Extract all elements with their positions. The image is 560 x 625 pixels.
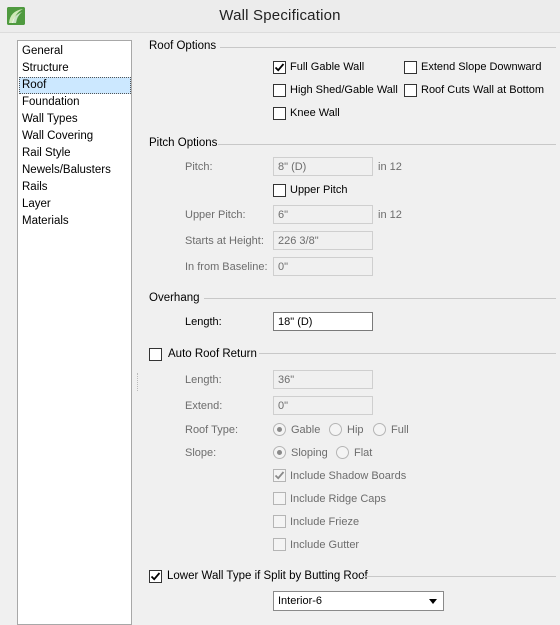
- roof-type-hip-label[interactable]: Hip: [347, 424, 364, 436]
- sidebar-item-materials[interactable]: Materials: [19, 213, 131, 230]
- extend-slope-downward-label[interactable]: Extend Slope Downward: [421, 61, 541, 73]
- include-ridge-caps-checkbox[interactable]: [273, 492, 286, 505]
- full-gable-wall-checkbox[interactable]: [273, 61, 286, 74]
- sidebar-item-newels-balusters[interactable]: Newels/Balusters: [19, 162, 131, 179]
- lower-wall-type-checkbox[interactable]: [149, 570, 162, 583]
- lower-wall-type-label[interactable]: Lower Wall Type if Split by Butting Roof: [167, 570, 368, 582]
- slope-sloping-radio[interactable]: [273, 446, 286, 459]
- pitch-label: Pitch:: [185, 161, 213, 173]
- in-from-baseline-label: In from Baseline:: [185, 261, 268, 273]
- roof-type-full-radio[interactable]: [373, 423, 386, 436]
- full-gable-wall-label[interactable]: Full Gable Wall: [290, 61, 364, 73]
- roof-cuts-wall-at-bottom-checkbox[interactable]: [404, 84, 417, 97]
- high-shed-gable-wall-label[interactable]: High Shed/Gable Wall: [290, 84, 398, 96]
- roof-type-hip-radio[interactable]: [329, 423, 342, 436]
- overhang-heading: Overhang: [149, 292, 200, 304]
- category-list[interactable]: General Structure Roof Foundation Wall T…: [17, 40, 132, 625]
- slope-sloping-label[interactable]: Sloping: [291, 447, 328, 459]
- upper-pitch-field-label: Upper Pitch:: [185, 209, 246, 221]
- lower-wall-divider: [362, 576, 556, 577]
- sidebar-item-rail-style[interactable]: Rail Style: [19, 145, 131, 162]
- pitch-unit: in 12: [378, 161, 402, 173]
- high-shed-gable-wall-checkbox[interactable]: [273, 84, 286, 97]
- overhang-length-input[interactable]: [273, 312, 373, 331]
- splitter-grip[interactable]: [137, 373, 139, 391]
- pitch-options-heading: Pitch Options: [149, 137, 218, 149]
- sidebar-item-general[interactable]: General: [19, 43, 131, 60]
- starts-at-height-input[interactable]: [273, 231, 373, 250]
- chevron-down-icon: [429, 599, 437, 604]
- lower-wall-type-value: Interior-6: [278, 595, 323, 607]
- pitch-input[interactable]: [273, 157, 373, 176]
- upper-pitch-unit: in 12: [378, 209, 402, 221]
- check-icon: [274, 63, 285, 72]
- sidebar-item-wall-covering[interactable]: Wall Covering: [19, 128, 131, 145]
- roof-type-label: Roof Type:: [185, 424, 238, 436]
- pitch-options-divider: [218, 144, 556, 145]
- roof-type-gable-label[interactable]: Gable: [291, 424, 320, 436]
- sidebar-item-rails[interactable]: Rails: [19, 179, 131, 196]
- upper-pitch-checkbox[interactable]: [273, 184, 286, 197]
- return-length-input[interactable]: [273, 370, 373, 389]
- auto-roof-return-divider: [259, 353, 556, 354]
- return-extend-input[interactable]: [273, 396, 373, 415]
- in-from-baseline-input[interactable]: [273, 257, 373, 276]
- overhang-divider: [204, 298, 556, 299]
- lower-wall-type-select[interactable]: Interior-6: [273, 591, 444, 611]
- check-icon: [274, 471, 285, 480]
- slope-flat-label[interactable]: Flat: [354, 447, 372, 459]
- window-title: Wall Specification: [219, 7, 341, 24]
- upper-pitch-input[interactable]: [273, 205, 373, 224]
- sidebar-item-layer[interactable]: Layer: [19, 196, 131, 213]
- roof-cuts-wall-at-bottom-label[interactable]: Roof Cuts Wall at Bottom: [421, 84, 544, 96]
- overhang-length-label: Length:: [185, 316, 222, 328]
- include-frieze-label[interactable]: Include Frieze: [290, 516, 359, 528]
- upper-pitch-label[interactable]: Upper Pitch: [290, 184, 347, 196]
- sidebar-item-foundation[interactable]: Foundation: [19, 94, 131, 111]
- sidebar-item-roof[interactable]: Roof: [19, 77, 131, 94]
- include-gutter-checkbox[interactable]: [273, 538, 286, 551]
- extend-slope-downward-checkbox[interactable]: [404, 61, 417, 74]
- auto-roof-return-checkbox[interactable]: [149, 348, 162, 361]
- sidebar-item-structure[interactable]: Structure: [19, 60, 131, 77]
- include-shadow-boards-label[interactable]: Include Shadow Boards: [290, 470, 406, 482]
- starts-at-height-label: Starts at Height:: [185, 235, 264, 247]
- auto-roof-return-label[interactable]: Auto Roof Return: [168, 348, 257, 360]
- roof-type-full-label[interactable]: Full: [391, 424, 409, 436]
- roof-options-heading: Roof Options: [149, 40, 217, 52]
- return-extend-label: Extend:: [185, 400, 223, 412]
- sidebar-item-wall-types[interactable]: Wall Types: [19, 111, 131, 128]
- slope-label: Slope:: [185, 447, 217, 459]
- roof-options-divider: [220, 47, 556, 48]
- slope-flat-radio[interactable]: [336, 446, 349, 459]
- title-bar: Wall Specification: [0, 0, 560, 33]
- check-icon: [150, 572, 161, 581]
- include-ridge-caps-label[interactable]: Include Ridge Caps: [290, 493, 386, 505]
- include-gutter-label[interactable]: Include Gutter: [290, 539, 359, 551]
- knee-wall-checkbox[interactable]: [273, 107, 286, 120]
- knee-wall-label[interactable]: Knee Wall: [290, 107, 340, 119]
- roof-type-gable-radio[interactable]: [273, 423, 286, 436]
- include-frieze-checkbox[interactable]: [273, 515, 286, 528]
- return-length-label: Length:: [185, 374, 222, 386]
- include-shadow-boards-checkbox[interactable]: [273, 469, 286, 482]
